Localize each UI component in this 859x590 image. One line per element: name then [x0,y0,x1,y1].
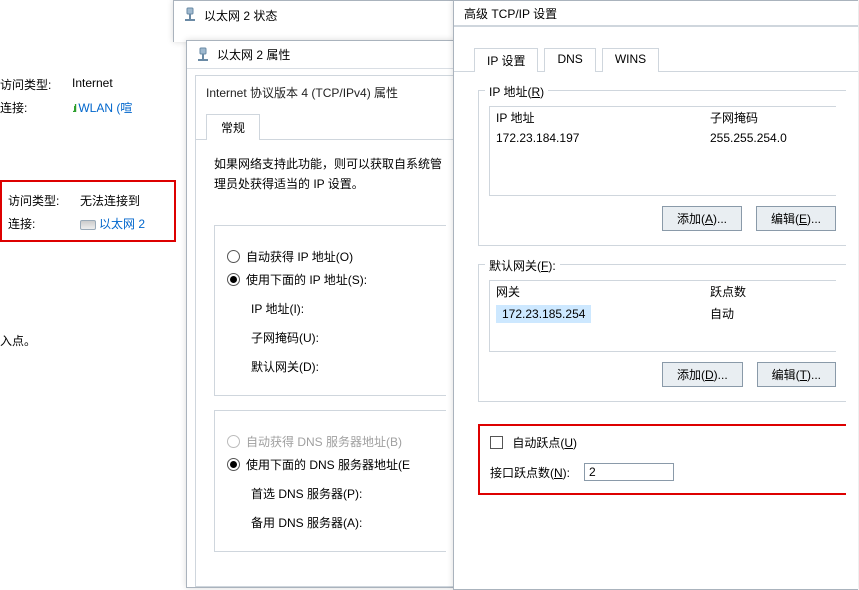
ethernet-status-title: 以太网 2 状态 [204,7,277,24]
ipv4-properties-title: Internet 协议版本 4 (TCP/IPv4) 属性 [196,76,454,105]
col-metric: 跃点数 [710,283,830,300]
bg-access-type-value-noconn: 无法连接到 [80,192,140,209]
ipv4-description-text: 如果网络支持此功能，则可以获取自系统管理员处获得适当的 IP 设置。 [214,154,446,195]
bg-connection-label-2: 连接: [8,215,64,232]
ethernet-properties-title: 以太网 2 属性 [217,46,290,63]
radio-obtain-ip-auto-label: 自动获得 IP 地址(O) [246,248,353,265]
legend-text: 默认网关( [489,259,541,273]
cell-metric: 自动 [710,305,830,323]
gateways-group: 默认网关(F): 网关 跃点数 172.23.185.254 自动 [478,264,846,402]
cell-subnet-mask: 255.255.254.0 [710,131,830,145]
list-item[interactable]: 172.23.184.197 255.255.254.0 [490,128,836,148]
bg-access-type-value-internet: Internet [72,76,113,93]
advanced-tcpip-titlebar[interactable]: 高级 TCP/IP 设置 [454,1,858,27]
tab-dns[interactable]: DNS [544,48,595,72]
ethernet-link-text: 以太网 2 [99,217,145,231]
label-hotkey: N [554,466,563,480]
advanced-tcpip-title: 高级 TCP/IP 设置 [464,5,557,22]
gateways-list[interactable]: 网关 跃点数 172.23.185.254 自动 [489,280,836,352]
network-adapter-icon [195,47,211,63]
interface-metric-input[interactable] [584,463,674,481]
edit-ip-button[interactable]: 编辑(E)... [756,206,836,231]
tab-wins[interactable]: WINS [602,48,659,72]
cell-gateway: 172.23.185.254 [496,305,591,323]
wlan-link-text: WLAN (喧 [78,101,132,115]
add-gateway-button[interactable]: 添加(D)... [662,362,743,387]
bg-access-type-label: 访问类型: [0,76,56,93]
ip-address-label: IP 地址(I): [251,300,446,317]
btn-hotkey: A [705,212,713,226]
network-adapter-icon [182,7,198,23]
radio-obtain-dns-auto-label: 自动获得 DNS 服务器地址(B) [246,433,402,450]
wlan-link[interactable]: .ıll WLAN (喧 [72,99,132,116]
automatic-metric-checkbox[interactable]: 自动跃点(U) [490,436,577,450]
radio-obtain-dns-auto: 自动获得 DNS 服务器地址(B) [227,433,446,450]
btn-hotkey: T [800,368,807,382]
wifi-signal-icon: .ıll [72,103,75,115]
radio-use-dns-label: 使用下面的 DNS 服务器地址(E [246,456,410,473]
btn-text: )... [713,212,727,226]
interface-metric-group: 自动跃点(U) 接口跃点数(N): [478,424,846,495]
col-subnet-mask: 子网掩码 [710,109,830,126]
subnet-mask-label: 子网掩码(U): [251,329,446,346]
tab-general[interactable]: 常规 [206,114,260,140]
default-gateway-label: 默认网关(D): [251,358,446,375]
checkbox-label: 自动跃点( [512,436,564,450]
btn-text: 编辑( [771,212,799,226]
btn-text: 添加( [677,212,705,226]
bg-access-type-label-2: 访问类型: [8,192,64,209]
btn-text: )... [714,368,728,382]
label-text: 接口跃点数( [490,466,554,480]
radio-obtain-ip-auto[interactable]: 自动获得 IP 地址(O) [227,248,446,265]
cell-ip-address: 172.23.184.197 [496,131,710,145]
bg-connection-label: 连接: [0,99,56,116]
edit-gateway-button[interactable]: 编辑(T)... [757,362,836,387]
checkbox-label: ) [573,436,577,450]
ethernet-link[interactable]: 以太网 2 [80,215,145,232]
legend-text: ): [548,259,555,273]
btn-text: )... [807,212,821,226]
col-ip-address: IP 地址 [496,109,710,126]
checkbox-icon [490,436,503,449]
gateways-legend: 默认网关(F): [485,257,560,274]
radio-icon [227,435,240,448]
list-item[interactable]: 172.23.185.254 自动 [490,302,836,326]
ip-addresses-group: IP 地址(R) IP 地址 子网掩码 172.23.184.197 255.2… [478,90,846,246]
radio-use-dns[interactable]: 使用下面的 DNS 服务器地址(E [227,456,446,473]
btn-text: 添加( [677,368,705,382]
legend-hotkey: R [531,85,540,99]
col-gateway: 网关 [496,283,710,300]
interface-metric-label: 接口跃点数(N): [490,464,570,481]
label-text: ): [563,466,570,480]
radio-use-ip[interactable]: 使用下面的 IP 地址(S): [227,271,446,288]
btn-text: 编辑( [772,368,800,382]
ipv4-properties-sheet: Internet 协议版本 4 (TCP/IPv4) 属性 常规 如果网络支持此… [195,75,454,587]
ip-addresses-list[interactable]: IP 地址 子网掩码 172.23.184.197 255.255.254.0 [489,106,836,196]
btn-hotkey: E [799,212,807,226]
bg-note-text: 入点。 [0,332,60,349]
radio-icon [227,273,240,286]
alternate-dns-label: 备用 DNS 服务器(A): [251,514,446,531]
ethernet-icon [80,220,96,230]
ip-addresses-legend: IP 地址(R) [485,83,548,100]
ethernet-properties-dialog: 以太网 2 属性 Internet 协议版本 4 (TCP/IPv4) 属性 常… [186,40,454,588]
radio-icon [227,458,240,471]
checkbox-hotkey: U [564,436,573,450]
add-ip-button[interactable]: 添加(A)... [662,206,742,231]
radio-use-ip-label: 使用下面的 IP 地址(S): [246,271,367,288]
preferred-dns-label: 首选 DNS 服务器(P): [251,485,446,502]
ethernet-properties-titlebar[interactable]: 以太网 2 属性 [187,41,454,69]
tab-ip-settings[interactable]: IP 设置 [474,48,538,72]
advanced-tcpip-dialog: 高级 TCP/IP 设置 IP 设置 DNS WINS IP 地址(R) IP … [453,0,858,590]
btn-text: )... [807,368,821,382]
legend-text: IP 地址( [489,85,531,99]
radio-icon [227,250,240,263]
btn-hotkey: D [705,368,714,382]
legend-text: ) [540,85,544,99]
